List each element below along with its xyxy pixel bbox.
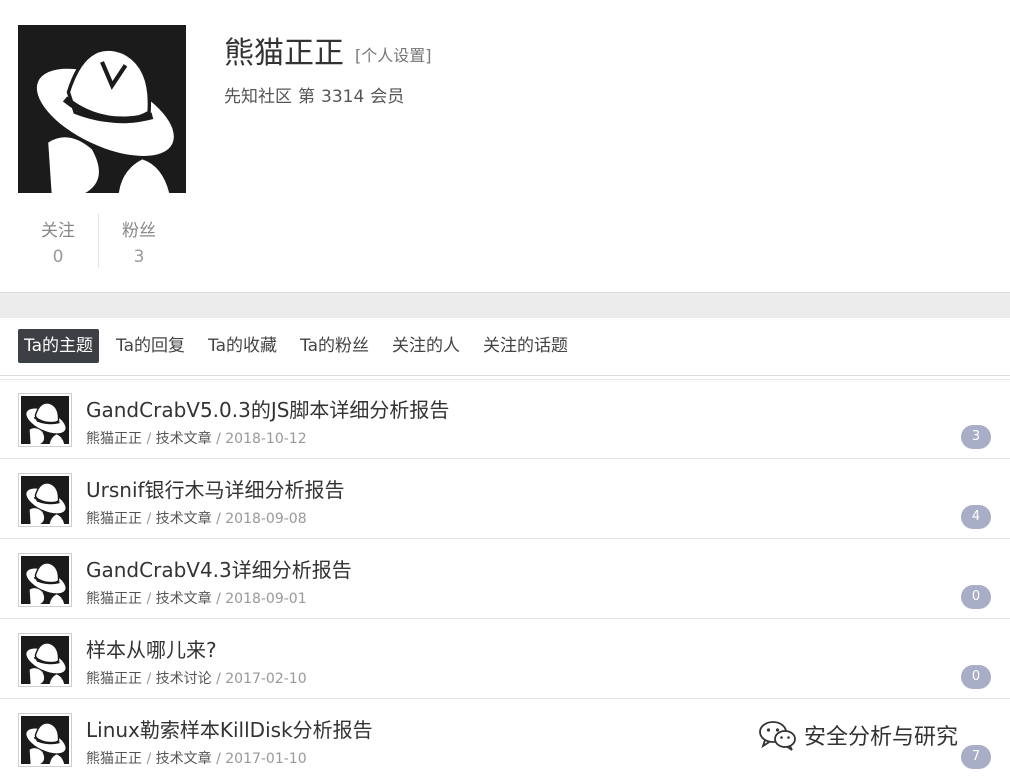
- topic-title[interactable]: 样本从哪儿来?: [86, 634, 217, 663]
- topic-date: 2017-02-10: [225, 671, 307, 687]
- topic-title[interactable]: Ursnif银行木马详细分析报告: [86, 474, 345, 503]
- topic-category[interactable]: 技术讨论: [156, 671, 212, 687]
- topic-meta: 熊猫正正 / 技术文章 / 2018-09-01: [86, 588, 307, 608]
- wechat-watermark: 安全分析与研究: [758, 719, 958, 751]
- topic-category[interactable]: 技术文章: [156, 431, 212, 447]
- topic-meta: 熊猫正正 / 技术文章 / 2018-09-08: [86, 508, 307, 528]
- meta-separator: /: [142, 431, 156, 447]
- meta-separator: /: [142, 591, 156, 607]
- following-label: 关注: [41, 221, 75, 241]
- personal-settings-link[interactable]: [个人设置]: [355, 42, 432, 66]
- tabs-divider: [0, 375, 1010, 376]
- topic-title[interactable]: GandCrabV5.0.3的JS脚本详细分析报告: [86, 394, 449, 423]
- hat-figure-icon: [18, 25, 186, 193]
- topic-meta: 熊猫正正 / 技术文章 / 2018-10-12: [86, 428, 307, 448]
- hat-figure-icon: [21, 476, 69, 524]
- meta-separator: /: [211, 671, 226, 687]
- meta-separator: /: [211, 511, 226, 527]
- reply-count-badge: 3: [961, 425, 991, 449]
- meta-separator: /: [142, 511, 156, 527]
- meta-separator: /: [211, 431, 226, 447]
- author-avatar[interactable]: [18, 393, 72, 447]
- topic-category[interactable]: 技术文章: [156, 511, 212, 527]
- topic-author[interactable]: 熊猫正正: [86, 511, 142, 527]
- rank-prefix: 第: [298, 87, 315, 107]
- author-avatar[interactable]: [18, 473, 72, 527]
- hat-figure-icon: [21, 396, 69, 444]
- profile-meta: 先知社区第 3314 会员: [224, 82, 410, 107]
- topic-date: 2018-09-08: [225, 511, 307, 527]
- topic-category[interactable]: 技术文章: [156, 591, 212, 607]
- topic-author[interactable]: 熊猫正正: [86, 591, 142, 607]
- followers-count: 3: [133, 247, 145, 267]
- followers-label: 粉丝: [122, 221, 156, 241]
- hat-figure-icon: [21, 636, 69, 684]
- hat-figure-icon: [21, 556, 69, 604]
- tab-following[interactable]: 关注的人: [386, 329, 466, 363]
- row-divider: [0, 618, 1010, 619]
- tab-topics[interactable]: Ta的主题: [18, 329, 99, 363]
- watermark-text: 安全分析与研究: [804, 725, 959, 750]
- reply-count-badge: 0: [961, 585, 991, 609]
- topic-row: GandCrabV5.0.3的JS脚本详细分析报告 熊猫正正 / 技术文章 / …: [0, 380, 1010, 460]
- meta-separator: /: [142, 751, 156, 767]
- topic-row: GandCrabV4.3详细分析报告 熊猫正正 / 技术文章 / 2018-09…: [0, 540, 1010, 620]
- topic-date: 2018-09-01: [225, 591, 307, 607]
- followers-stat[interactable]: 粉丝 3: [99, 216, 179, 267]
- profile-name: 熊猫正正: [224, 36, 344, 71]
- row-divider: [0, 538, 1010, 539]
- tab-followed-topics[interactable]: 关注的话题: [477, 329, 574, 363]
- topic-author[interactable]: 熊猫正正: [86, 751, 142, 767]
- topic-meta: 熊猫正正 / 技术文章 / 2017-01-10: [86, 748, 307, 768]
- tab-favorites[interactable]: Ta的收藏: [202, 329, 283, 363]
- meta-separator: /: [211, 751, 226, 767]
- section-band: [0, 292, 1010, 318]
- reply-count-badge: 0: [961, 665, 991, 689]
- wechat-icon: [759, 721, 796, 751]
- meta-separator: /: [142, 671, 156, 687]
- tab-replies[interactable]: Ta的回复: [110, 329, 191, 363]
- topic-meta: 熊猫正正 / 技术讨论 / 2017-02-10: [86, 668, 307, 688]
- topic-title[interactable]: GandCrabV4.3详细分析报告: [86, 554, 352, 583]
- author-avatar[interactable]: [18, 713, 72, 767]
- tab-followers[interactable]: Ta的粉丝: [294, 329, 375, 363]
- row-divider: [0, 458, 1010, 459]
- topic-date: 2018-10-12: [225, 431, 307, 447]
- row-divider: [0, 698, 1010, 699]
- hat-figure-icon: [21, 716, 69, 764]
- topic-row: Ursnif银行木马详细分析报告 熊猫正正 / 技术文章 / 2018-09-0…: [0, 460, 1010, 540]
- following-stat[interactable]: 关注 0: [18, 216, 98, 267]
- following-count: 0: [52, 247, 64, 267]
- rank-number: 3314: [321, 87, 365, 107]
- topic-author[interactable]: 熊猫正正: [86, 431, 142, 447]
- topic-title[interactable]: Linux勒索样本KillDisk分析报告: [86, 714, 373, 743]
- topic-row: 样本从哪儿来? 熊猫正正 / 技术讨论 / 2017-02-10 0: [0, 620, 1010, 700]
- topic-category[interactable]: 技术文章: [156, 751, 212, 767]
- rank-suffix: 会员: [370, 87, 405, 107]
- topic-author[interactable]: 熊猫正正: [86, 671, 142, 687]
- community-name: 先知社区: [224, 87, 292, 107]
- meta-separator: /: [211, 591, 226, 607]
- reply-count-badge: 4: [961, 505, 991, 529]
- reply-count-badge: 7: [961, 745, 991, 769]
- author-avatar[interactable]: [18, 633, 72, 687]
- profile-tabs: Ta的主题 Ta的回复 Ta的收藏 Ta的粉丝 关注的人 关注的话题: [18, 329, 585, 363]
- topic-date: 2017-01-10: [225, 751, 307, 767]
- profile-avatar[interactable]: [18, 25, 186, 193]
- author-avatar[interactable]: [18, 553, 72, 607]
